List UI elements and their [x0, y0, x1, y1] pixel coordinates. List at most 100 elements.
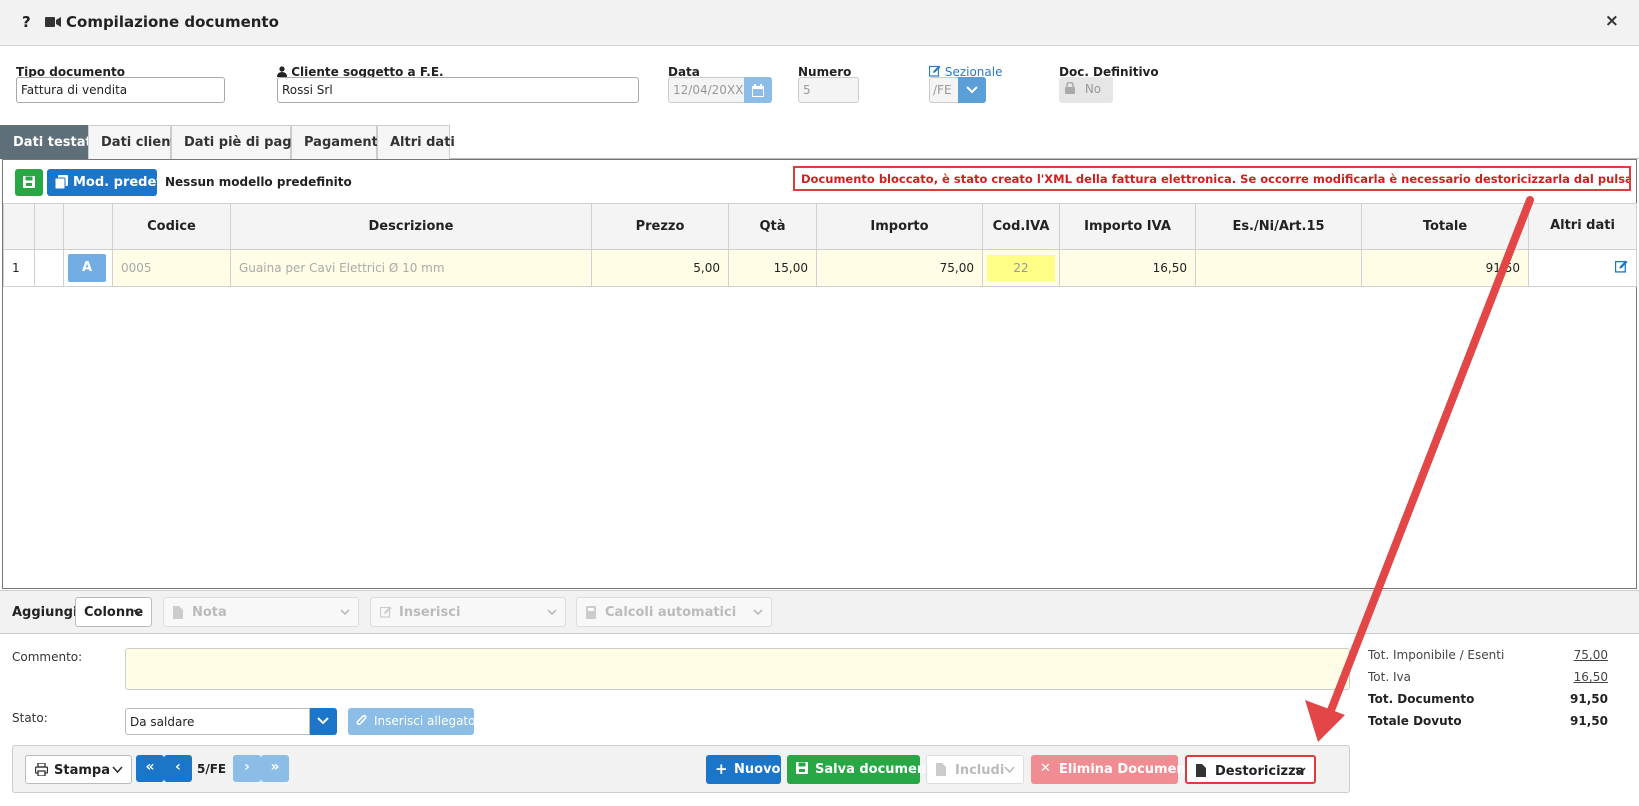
cell-codice[interactable]: 0005 — [112, 249, 231, 287]
help-icon[interactable]: ? — [22, 13, 31, 31]
col-header-altri-dati-text: Altri dati — [1550, 218, 1615, 234]
cell-altri-dati[interactable] — [1528, 249, 1637, 287]
floppy-icon — [23, 176, 35, 188]
colonne-dropdown[interactable]: Colonne — [75, 597, 152, 627]
tab-dati-clienti[interactable]: Dati clienti — [88, 125, 181, 159]
first-record-button[interactable]: « — [136, 755, 164, 782]
lock-icon — [1065, 81, 1075, 94]
chevron-down-icon — [1004, 766, 1015, 774]
cod-iva-value: 22 — [987, 255, 1055, 281]
sezionale-field[interactable]: /FE — [929, 77, 959, 103]
document-tabs: Dati testata Dati clienti Dati piè di pa… — [0, 125, 1639, 159]
cell-prezzo[interactable]: 5,00 — [591, 249, 729, 287]
chevron-down-icon — [340, 609, 350, 616]
file-icon — [173, 606, 183, 619]
data-field[interactable]: 12/04/20XX — [668, 77, 745, 103]
printer-icon — [35, 763, 48, 776]
inserisci-allegato-button[interactable]: Inserisci allegato — [348, 708, 476, 735]
cliente-field[interactable]: Rossi Srl — [277, 77, 639, 103]
tot-iva-value[interactable]: 16,50 — [1574, 670, 1608, 684]
calendar-button[interactable] — [744, 77, 772, 103]
col-header-totale[interactable]: Totale — [1361, 203, 1529, 250]
cell-cod-iva[interactable]: 22 — [982, 249, 1060, 287]
nuovo-button[interactable]: + Nuovo — [706, 755, 781, 784]
cell-descrizione[interactable]: Guaina per Cavi Elettrici Ø 10 mm — [230, 249, 592, 287]
col-header-codice[interactable]: Codice — [112, 203, 231, 250]
chevron-down-icon — [112, 766, 123, 774]
tipo-documento-field[interactable]: Fattura di vendita — [16, 77, 225, 103]
totale-dovuto-row: Totale Dovuto 91,50 — [1368, 710, 1608, 732]
save-model-button[interactable] — [15, 169, 43, 196]
chevron-left-icon: ‹ — [175, 759, 181, 775]
cell-es-ni-art15[interactable] — [1195, 249, 1362, 287]
inserisci-label: Inserisci — [399, 605, 461, 620]
previous-record-button[interactable]: ‹ — [164, 755, 192, 782]
x-icon: ✕ — [1040, 761, 1051, 776]
calendar-icon — [752, 84, 764, 97]
col-header-importo[interactable]: Importo — [816, 203, 983, 250]
tot-imponibile-value[interactable]: 75,00 — [1574, 648, 1608, 662]
table-header-row: Codice Descrizione Prezzo Qtà Importo Co… — [3, 203, 1637, 250]
cell-importo-iva[interactable]: 16,50 — [1059, 249, 1196, 287]
numero-field[interactable]: 5 — [798, 77, 859, 103]
calcoli-automatici-dropdown[interactable]: Calcoli automatici — [576, 597, 772, 627]
salva-documento-button[interactable]: Salva documento — [787, 755, 941, 784]
chevron-down-icon — [317, 717, 329, 725]
tot-imponibile-label: Tot. Imponibile / Esenti — [1368, 648, 1505, 662]
tab-dati-testata[interactable]: Dati testata — [0, 125, 101, 159]
destoricizza-label: Destoricizza — [1215, 764, 1305, 779]
totale-dovuto-label: Totale Dovuto — [1368, 714, 1462, 728]
col-header-importo-iva[interactable]: Importo IVA — [1059, 203, 1196, 250]
elimina-documento-button[interactable]: ✕ Elimina Documento — [1031, 755, 1201, 784]
commento-textarea[interactable] — [125, 648, 1350, 690]
stampa-button[interactable]: Stampa — [25, 755, 132, 784]
tab-pagamento[interactable]: Pagamento — [291, 125, 387, 159]
edit-icon[interactable] — [1614, 260, 1628, 273]
doc-definitivo-toggle[interactable]: No — [1059, 77, 1113, 103]
cell-importo[interactable]: 75,00 — [816, 249, 983, 287]
double-chevron-right-icon: » — [270, 759, 280, 775]
user-icon — [277, 66, 287, 77]
col-header-es-ni-art15[interactable]: Es./Ni/Art.15 — [1195, 203, 1362, 250]
col-header-cod-iva[interactable]: Cod.IVA — [982, 203, 1060, 250]
floppy-icon — [796, 762, 808, 774]
nota-dropdown[interactable]: Nota — [163, 597, 359, 627]
salva-documento-label: Salva documento — [815, 762, 942, 777]
locked-warning-banner: Documento bloccato, è stato creato l'XML… — [793, 166, 1631, 191]
row-number: 1 — [3, 249, 35, 287]
footer-toolbar: Stampa « ‹ 5/FE › » + Nuovo Salva docume… — [12, 745, 1350, 793]
row-select-cell[interactable] — [34, 249, 64, 287]
mod-predef-button[interactable]: Mod. predef. — [47, 169, 166, 196]
sezionale-dropdown-button[interactable] — [958, 77, 986, 103]
col-header-descrizione[interactable]: Descrizione — [230, 203, 592, 250]
next-record-button[interactable]: › — [233, 755, 261, 782]
tab-altri-dati[interactable]: Altri dati — [377, 125, 455, 159]
col-header-altri-dati[interactable]: Altri dati — [1528, 203, 1637, 250]
stato-select[interactable]: Da saldare — [125, 708, 310, 735]
col-header-select — [34, 203, 64, 250]
tab-dati-pie-di-pagina[interactable]: Dati piè di pagina — [171, 125, 314, 159]
video-camera-icon[interactable] — [45, 16, 61, 28]
close-icon[interactable]: × — [1605, 11, 1619, 31]
col-header-qta[interactable]: Qtà — [728, 203, 817, 250]
totale-dovuto-value: 91,50 — [1570, 714, 1608, 728]
last-record-button[interactable]: » — [261, 755, 289, 782]
inserisci-dropdown[interactable]: Inserisci — [370, 597, 566, 627]
destoricizza-button[interactable]: Destoricizza — [1185, 755, 1316, 784]
mod-predef-label: Mod. predef. — [73, 175, 167, 190]
row-type-cell[interactable]: A — [63, 249, 113, 287]
includi-button[interactable]: Includi — [926, 755, 1024, 784]
nessun-modello-text: Nessun modello predefinito — [165, 175, 352, 189]
cell-qta[interactable]: 15,00 — [728, 249, 817, 287]
inserisci-allegato-label: Inserisci allegato — [374, 714, 476, 728]
row-type-badge[interactable]: A — [68, 254, 106, 282]
chevron-down-icon — [1295, 767, 1306, 775]
col-header-prezzo[interactable]: Prezzo — [591, 203, 729, 250]
doc-definitivo-value: No — [1084, 82, 1102, 96]
col-header-row-number — [3, 203, 35, 250]
table-row[interactable]: 1 A 0005 Guaina per Cavi Elettrici Ø 10 … — [3, 249, 1637, 287]
totals-panel: Tot. Imponibile / Esenti 75,00 Tot. Iva … — [1368, 644, 1608, 732]
stato-dropdown-button[interactable] — [310, 708, 337, 735]
nota-label: Nota — [192, 605, 227, 620]
cell-totale[interactable]: 91,50 — [1361, 249, 1529, 287]
